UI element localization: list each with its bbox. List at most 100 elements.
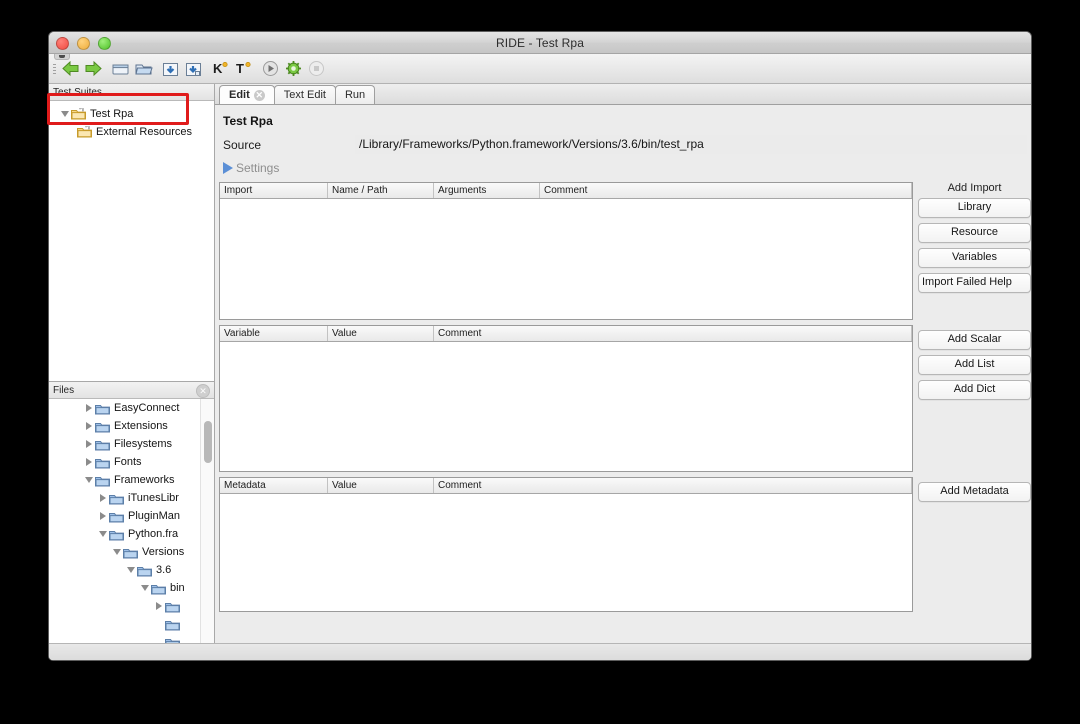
files-vertical-scrollbar-track[interactable]	[200, 399, 214, 647]
variable-table[interactable]: Variable Value Comment	[219, 325, 913, 472]
open-folder-icon[interactable]	[133, 58, 154, 79]
column-header[interactable]: Comment	[540, 183, 912, 198]
import-table-wrapper: Import Name / Path Arguments Comment	[219, 182, 913, 320]
metadata-table-body[interactable]	[220, 494, 912, 611]
add-dict-button[interactable]: Add Dict	[918, 380, 1031, 400]
files-tree-item-label: Versions	[142, 546, 185, 558]
close-window-button[interactable]	[56, 37, 69, 50]
debug-icon[interactable]	[283, 58, 304, 79]
import-table-body[interactable]	[220, 199, 912, 319]
tree-item-test-rpa[interactable]: Test Rpa	[49, 105, 214, 123]
folder-icon	[151, 582, 166, 595]
column-header[interactable]: Metadata	[220, 478, 328, 493]
files-tree-item[interactable]: bin	[49, 579, 214, 597]
chevron-right-icon[interactable]	[97, 494, 109, 502]
chevron-right-icon[interactable]	[153, 602, 165, 610]
add-scalar-button[interactable]: Add Scalar	[918, 330, 1031, 350]
library-button[interactable]: Library	[918, 198, 1031, 218]
column-header[interactable]: Value	[328, 478, 434, 493]
tab-run[interactable]: Run	[334, 85, 376, 104]
files-tree-item-label: iTunesLibr	[128, 492, 179, 504]
files-vertical-scrollbar-thumb[interactable]	[204, 421, 212, 463]
files-tree[interactable]: EasyConnect Extensions Filesystems Fonts Fra…	[49, 399, 214, 647]
suite-form: Test Rpa Source /Library/Frameworks/Pyth…	[215, 105, 1031, 181]
add-import-button-group[interactable]: Library Resource Variables Import Failed He…	[918, 198, 1031, 298]
folder-icon	[95, 474, 110, 487]
variable-table-body[interactable]	[220, 342, 912, 471]
metadata-table[interactable]: Metadata Value Comment	[219, 477, 913, 612]
files-tree-item[interactable]: 3.6	[49, 561, 214, 579]
column-header[interactable]: Import	[220, 183, 328, 198]
variable-table-wrapper: Variable Value Comment	[219, 325, 913, 472]
chevron-right-icon[interactable]	[83, 440, 95, 448]
folder-icon	[109, 528, 124, 541]
files-tree-item[interactable]: Extensions	[49, 417, 214, 435]
status-bar	[49, 643, 1031, 660]
files-tree-list[interactable]: EasyConnect Extensions Filesystems Fonts Fra…	[49, 399, 214, 647]
column-header[interactable]: Value	[328, 326, 434, 341]
resource-button[interactable]: Resource	[918, 223, 1031, 243]
close-icon[interactable]: ✕	[196, 384, 210, 398]
chevron-down-icon[interactable]	[83, 477, 95, 483]
chevron-down-icon[interactable]	[59, 111, 71, 117]
window-title: RIDE - Test Rpa	[496, 35, 584, 50]
files-tree-item[interactable]: Filesystems	[49, 435, 214, 453]
files-tree-item[interactable]	[49, 597, 214, 615]
files-tree-item-label: 3.6	[156, 564, 172, 576]
add-variable-button-group[interactable]: Add Scalar Add List Add Dict	[918, 330, 1031, 405]
chevron-right-icon[interactable]	[83, 458, 95, 466]
chevron-down-icon[interactable]	[139, 585, 151, 591]
back-icon[interactable]	[60, 58, 81, 79]
folder-icon	[165, 618, 180, 631]
import-table[interactable]: Import Name / Path Arguments Comment	[219, 182, 913, 320]
files-tree-item[interactable]: Frameworks	[49, 471, 214, 489]
variables-button[interactable]: Variables	[918, 248, 1031, 268]
chevron-down-icon[interactable]	[111, 549, 123, 555]
column-header[interactable]: Comment	[434, 326, 912, 341]
files-tree-item[interactable]: Versions	[49, 543, 214, 561]
stop-icon[interactable]	[306, 58, 327, 79]
tab-edit[interactable]: Edit ✕	[219, 85, 275, 104]
save-all-icon[interactable]	[183, 58, 204, 79]
files-tree-item[interactable]: iTunesLibr	[49, 489, 214, 507]
chevron-down-icon[interactable]	[125, 567, 137, 573]
new-file-icon[interactable]	[110, 58, 131, 79]
add-metadata-button[interactable]: Add Metadata	[918, 482, 1031, 502]
add-list-button[interactable]: Add List	[918, 355, 1031, 375]
save-icon[interactable]	[160, 58, 181, 79]
column-header[interactable]: Comment	[434, 478, 912, 493]
chevron-right-icon[interactable]	[97, 512, 109, 520]
window-controls[interactable]	[56, 37, 111, 50]
tab-text-edit[interactable]: Text Edit	[273, 85, 336, 104]
files-tree-item[interactable]: Fonts	[49, 453, 214, 471]
settings-expander[interactable]: Settings	[223, 161, 1031, 175]
column-header[interactable]: Variable	[220, 326, 328, 341]
close-icon[interactable]: ✕	[253, 89, 265, 101]
tree-item-external-resources[interactable]: External Resources	[49, 123, 214, 141]
files-tree-item[interactable]: EasyConnect	[49, 399, 214, 417]
folder-icon	[109, 510, 124, 523]
chevron-right-icon[interactable]	[83, 422, 95, 430]
files-tree-item[interactable]: PluginMan	[49, 507, 214, 525]
source-row: Source /Library/Frameworks/Python.framew…	[221, 135, 1031, 154]
column-header[interactable]: Name / Path	[328, 183, 434, 198]
keyword-icon[interactable]: K	[210, 58, 231, 79]
import-failed-help-button[interactable]: Import Failed Help	[918, 273, 1031, 293]
run-icon[interactable]	[260, 58, 281, 79]
test-icon[interactable]: T	[233, 58, 254, 79]
add-metadata-button-group[interactable]: Add Metadata	[918, 482, 1031, 507]
test-suites-header-label: Test Suites	[53, 86, 102, 98]
triangle-right-icon[interactable]	[223, 162, 233, 174]
minimize-window-button[interactable]	[77, 37, 90, 50]
files-tree-item[interactable]	[49, 615, 214, 633]
column-header[interactable]: Arguments	[434, 183, 540, 198]
forward-icon[interactable]	[83, 58, 104, 79]
left-panel-column: Test Suites Test Rpa External Resources …	[49, 84, 215, 660]
chevron-down-icon[interactable]	[97, 531, 109, 537]
maximize-window-button[interactable]	[98, 37, 111, 50]
files-tree-item-label: Frameworks	[114, 474, 175, 486]
files-tree-item-label: Filesystems	[114, 438, 173, 450]
chevron-right-icon[interactable]	[83, 404, 95, 412]
files-tree-item[interactable]: Python.fra	[49, 525, 214, 543]
test-suites-tree[interactable]: Test Rpa External Resources	[49, 101, 214, 382]
